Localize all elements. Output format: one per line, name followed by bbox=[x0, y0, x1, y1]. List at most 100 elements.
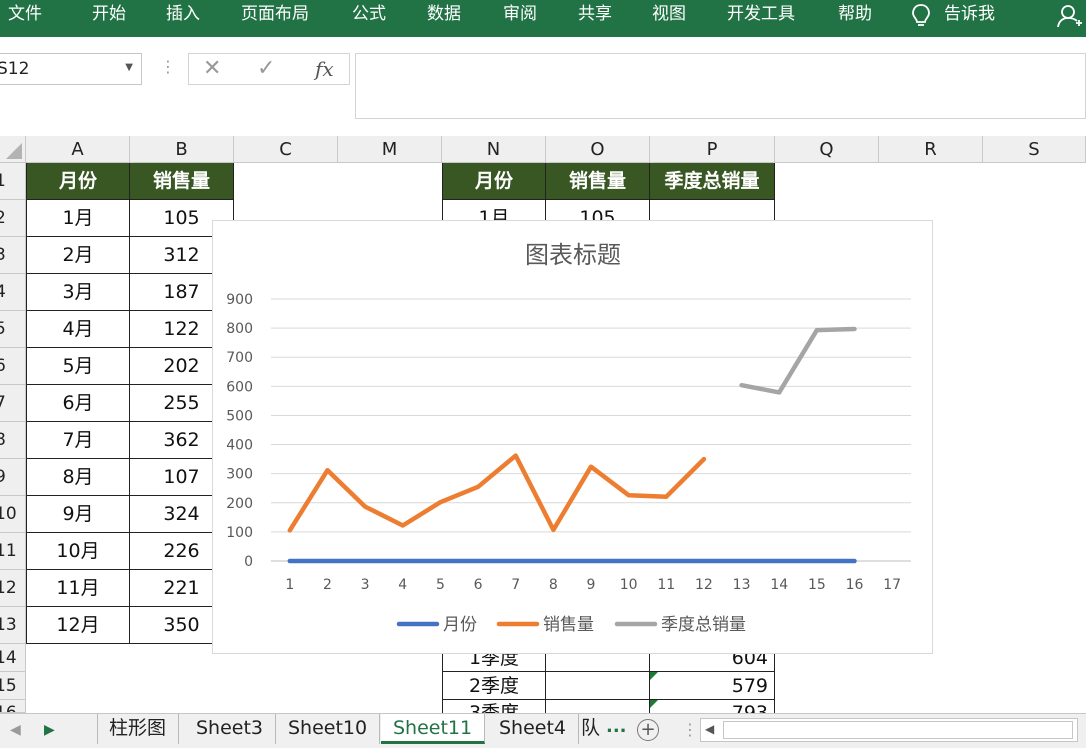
row-header[interactable]: 4 bbox=[0, 274, 26, 311]
x-tick-label: 4 bbox=[398, 577, 407, 593]
scrollbar-thumb[interactable] bbox=[723, 721, 1073, 739]
x-tick-label: 6 bbox=[474, 577, 483, 593]
column-header-s[interactable]: S bbox=[983, 136, 1086, 163]
table-cell-month[interactable]: 12月 bbox=[26, 607, 130, 644]
lightbulb-icon[interactable] bbox=[910, 3, 932, 29]
drag-handle-icon[interactable]: ⋮ bbox=[160, 57, 176, 76]
tab-insert[interactable]: 插入 bbox=[166, 0, 200, 30]
row-header[interactable]: 5 bbox=[0, 311, 26, 348]
table-header-month[interactable]: 月份 bbox=[26, 163, 130, 200]
table-cell[interactable]: 793 bbox=[650, 700, 775, 713]
user-icon[interactable] bbox=[1056, 3, 1082, 29]
column-header-q[interactable]: Q bbox=[775, 136, 879, 163]
row-header[interactable]: 3 bbox=[0, 237, 26, 274]
tab-file[interactable]: 文件 bbox=[8, 0, 42, 30]
name-box[interactable]: S12 ▼ bbox=[0, 53, 142, 85]
table-header-month[interactable]: 月份 bbox=[442, 163, 546, 200]
sheet-tab[interactable]: 柱形图 bbox=[97, 714, 180, 744]
table-cell[interactable]: 2季度 bbox=[442, 672, 546, 700]
tell-me[interactable]: 告诉我 bbox=[944, 0, 995, 30]
tab-formulas[interactable]: 公式 bbox=[352, 0, 386, 30]
table-cell-month[interactable]: 6月 bbox=[26, 385, 130, 422]
row-header[interactable]: 14 bbox=[0, 644, 26, 672]
row-header[interactable]: 11 bbox=[0, 533, 26, 570]
sheet-tab[interactable]: Sheet4 bbox=[487, 714, 580, 744]
tab-view[interactable]: 视图 bbox=[652, 0, 686, 30]
table-header-sales[interactable]: 销售量 bbox=[130, 163, 234, 200]
row-header[interactable]: 2 bbox=[0, 200, 26, 237]
y-tick-label: 900 bbox=[226, 292, 253, 308]
x-tick-label: 9 bbox=[587, 577, 596, 593]
x-tick-label: 14 bbox=[770, 577, 788, 593]
insert-function-button[interactable]: fx bbox=[315, 57, 334, 81]
column-header-c[interactable]: C bbox=[234, 136, 338, 163]
add-sheet-button[interactable]: + bbox=[637, 719, 659, 741]
table-cell-month[interactable]: 1月 bbox=[26, 200, 130, 237]
table-header-sales[interactable]: 销售量 bbox=[546, 163, 650, 200]
sheet-tab[interactable]: 队 bbox=[577, 714, 604, 744]
table-header-quarter-total[interactable]: 季度总销量 bbox=[650, 163, 775, 200]
drag-handle-icon[interactable]: ⋮ bbox=[682, 720, 698, 739]
sheet-tab-bar: ◀ ▶ 柱形图 Sheet3 Sheet10 Sheet11 Sheet4 队 … bbox=[0, 713, 1086, 748]
row-header[interactable]: 15 bbox=[0, 672, 26, 700]
column-header-n[interactable]: N bbox=[442, 136, 546, 163]
table-cell-month[interactable]: 11月 bbox=[26, 570, 130, 607]
cancel-icon[interactable]: ✕ bbox=[203, 56, 221, 81]
tab-help[interactable]: 帮助 bbox=[838, 0, 872, 30]
table-cell-month[interactable]: 5月 bbox=[26, 348, 130, 385]
tab-data[interactable]: 数据 bbox=[427, 0, 461, 30]
scroll-left-icon[interactable]: ◀ bbox=[705, 722, 714, 736]
sheet-tab[interactable]: Sheet10 bbox=[276, 714, 381, 744]
table-cell-month[interactable]: 8月 bbox=[26, 459, 130, 496]
error-indicator-icon[interactable] bbox=[650, 672, 658, 680]
table-cell-month[interactable]: 2月 bbox=[26, 237, 130, 274]
column-header-o[interactable]: O bbox=[546, 136, 650, 163]
column-header-m[interactable]: M bbox=[338, 136, 442, 163]
table-cell[interactable] bbox=[546, 672, 650, 700]
horizontal-scrollbar[interactable]: ◀ bbox=[700, 718, 1078, 742]
row-header[interactable]: 13 bbox=[0, 607, 26, 644]
sheet-tab-active[interactable]: Sheet11 bbox=[381, 714, 486, 744]
tab-share[interactable]: 共享 bbox=[578, 0, 612, 30]
row-header[interactable]: 6 bbox=[0, 348, 26, 385]
column-header-r[interactable]: R bbox=[879, 136, 983, 163]
table-cell-month[interactable]: 7月 bbox=[26, 422, 130, 459]
column-header-b[interactable]: B bbox=[130, 136, 234, 163]
series-line bbox=[739, 326, 857, 395]
enter-icon[interactable]: ✓ bbox=[257, 56, 275, 81]
row-header[interactable]: 7 bbox=[0, 385, 26, 422]
y-tick-label: 300 bbox=[226, 467, 253, 483]
tab-review[interactable]: 审阅 bbox=[503, 0, 537, 30]
row-header[interactable]: 9 bbox=[0, 459, 26, 496]
row-header[interactable]: 12 bbox=[0, 570, 26, 607]
row-header[interactable]: 16 bbox=[0, 700, 26, 713]
chevron-down-icon[interactable]: ▼ bbox=[125, 62, 133, 73]
table-cell-month[interactable]: 3月 bbox=[26, 274, 130, 311]
scroll-right-icon[interactable]: ▶ bbox=[44, 722, 55, 738]
y-tick-label: 800 bbox=[226, 321, 253, 337]
tab-home[interactable]: 开始 bbox=[92, 0, 126, 30]
tab-page-layout[interactable]: 页面布局 bbox=[241, 0, 309, 30]
select-all-button[interactable] bbox=[0, 136, 26, 163]
formula-input[interactable] bbox=[355, 53, 1086, 119]
sheet-tab[interactable]: Sheet3 bbox=[184, 714, 277, 744]
error-indicator-icon[interactable] bbox=[650, 700, 658, 708]
row-header[interactable]: 10 bbox=[0, 496, 26, 533]
series-line bbox=[287, 453, 707, 533]
table-cell-month[interactable]: 9月 bbox=[26, 496, 130, 533]
table-cell[interactable] bbox=[546, 700, 650, 713]
table-cell[interactable]: 3季度 bbox=[442, 700, 546, 713]
x-tick-label: 5 bbox=[436, 577, 445, 593]
scroll-left-icon[interactable]: ◀ bbox=[10, 722, 21, 738]
formula-bar: S12 ▼ ⋮ ✕ ✓ fx bbox=[0, 37, 1086, 133]
row-header[interactable]: 8 bbox=[0, 422, 26, 459]
table-cell-month[interactable]: 10月 bbox=[26, 533, 130, 570]
column-header-p[interactable]: P bbox=[650, 136, 775, 163]
line-chart[interactable]: 图表标题 0 100 200 300 400 500 600 700 800 900 1 2 3 4 5 6 7 8… bbox=[212, 220, 933, 654]
table-cell-month[interactable]: 4月 bbox=[26, 311, 130, 348]
table-cell[interactable]: 579 bbox=[650, 672, 775, 700]
more-tabs-button[interactable]: ... bbox=[606, 716, 627, 737]
tab-developer[interactable]: 开发工具 bbox=[727, 0, 795, 30]
column-header-a[interactable]: A bbox=[26, 136, 130, 163]
row-header[interactable]: 1 bbox=[0, 163, 26, 200]
